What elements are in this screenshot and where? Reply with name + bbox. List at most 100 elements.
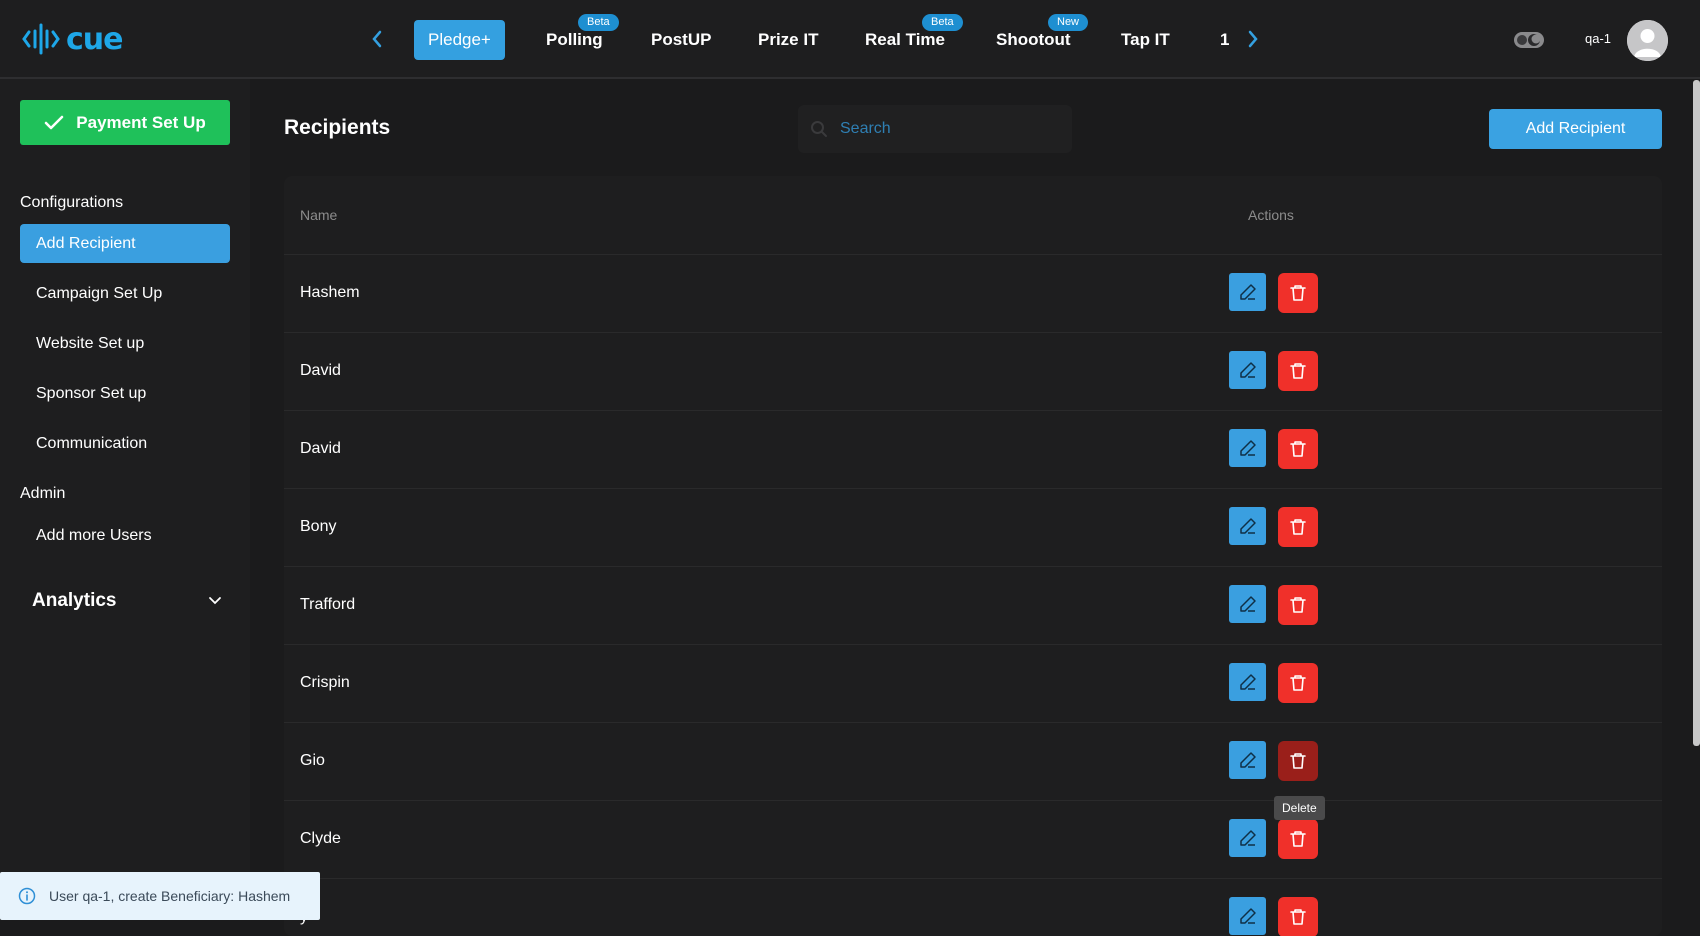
recipient-name: Hashem — [300, 284, 360, 301]
recipient-name: David — [300, 362, 341, 379]
delete-button[interactable] — [1278, 585, 1318, 625]
recipient-name: Crispin — [300, 674, 350, 691]
pencil-icon — [1239, 440, 1256, 456]
trash-icon — [1290, 363, 1306, 379]
payment-setup-button[interactable]: Payment Set Up — [20, 100, 230, 145]
column-header-actions: Actions — [1248, 207, 1294, 223]
sidebar-item-add-more-users[interactable]: Add more Users — [20, 516, 230, 555]
sidebar-item-communication[interactable]: Communication — [20, 424, 230, 463]
delete-button[interactable] — [1278, 273, 1318, 313]
configurations-heading: Configurations — [20, 194, 124, 211]
dark-mode-toggle-icon — [1514, 32, 1544, 48]
toast-message: User qa-1, create Beneficiary: Hashem — [49, 888, 291, 904]
admin-heading: Admin — [20, 485, 66, 502]
column-header-name: Name — [300, 207, 338, 223]
table-row: Hashem — [284, 255, 1662, 333]
recipients-table: Name Actions Hashem David David Bony Tra… — [284, 176, 1662, 936]
table-row: y — [284, 879, 1662, 936]
pencil-icon — [1239, 284, 1256, 300]
page-scrollbar[interactable] — [1693, 80, 1700, 746]
search-icon — [811, 121, 827, 137]
chevron-right-icon — [1248, 30, 1258, 48]
search-box[interactable] — [798, 105, 1072, 153]
analytics-toggle[interactable]: Analytics — [32, 590, 222, 612]
sidebar-item-add-recipient[interactable]: Add Recipient — [20, 224, 230, 263]
user-name: qa-1 — [1585, 31, 1612, 46]
delete-tooltip: Delete — [1274, 796, 1325, 820]
trash-icon — [1290, 831, 1306, 847]
logo-text: cue — [66, 21, 123, 57]
search-input[interactable] — [840, 120, 1060, 138]
table-row: David — [284, 411, 1662, 489]
table-row: Crispin — [284, 645, 1662, 723]
sidebar-item-sponsor-setup[interactable]: Sponsor Set up — [20, 374, 230, 413]
trash-icon — [1290, 285, 1306, 301]
pencil-icon — [1239, 362, 1256, 378]
delete-button[interactable] — [1278, 897, 1318, 936]
edit-button[interactable] — [1229, 507, 1266, 545]
new-badge: New — [1048, 14, 1089, 31]
logo-waveform-icon — [22, 23, 60, 55]
edit-button[interactable] — [1229, 273, 1266, 311]
edit-button[interactable] — [1229, 351, 1266, 389]
tab-more[interactable]: 1 — [1220, 20, 1229, 60]
sidebar-item-website-setup[interactable]: Website Set up — [20, 324, 230, 363]
edit-button[interactable] — [1229, 741, 1266, 779]
pencil-icon — [1239, 674, 1256, 690]
sidebar-item-campaign-setup[interactable]: Campaign Set Up — [20, 274, 230, 313]
tab-pledge-plus[interactable]: Pledge+ — [414, 20, 505, 60]
add-recipient-button[interactable]: Add Recipient — [1489, 109, 1662, 149]
avatar[interactable] — [1627, 20, 1668, 61]
table-header: Name Actions — [284, 176, 1662, 255]
theme-toggle[interactable] — [1513, 29, 1545, 51]
user-avatar-icon — [1627, 20, 1668, 61]
info-icon — [18, 887, 36, 905]
delete-button[interactable] — [1278, 663, 1318, 703]
beta-badge: Beta — [922, 14, 963, 31]
logo[interactable]: cue — [22, 20, 123, 58]
table-row: Trafford — [284, 567, 1662, 645]
tab-prize-it[interactable]: Prize IT — [758, 20, 818, 60]
trash-icon — [1290, 909, 1306, 925]
pencil-icon — [1239, 518, 1256, 534]
delete-button[interactable] — [1278, 741, 1318, 781]
recipient-name: David — [300, 440, 341, 457]
edit-button[interactable] — [1229, 429, 1266, 467]
recipient-name: Clyde — [300, 830, 341, 847]
table-row: Bony — [284, 489, 1662, 567]
trash-icon — [1290, 597, 1306, 613]
checkmark-icon — [45, 115, 64, 129]
table-row: Gio — [284, 723, 1662, 801]
edit-button[interactable] — [1229, 585, 1266, 623]
trash-icon — [1290, 675, 1306, 691]
trash-icon — [1290, 519, 1306, 535]
delete-button[interactable] — [1278, 819, 1318, 859]
table-row: Clyde — [284, 801, 1662, 879]
top-bar: cue Pledge+ Polling Beta PostUP Prize IT… — [0, 0, 1700, 79]
pencil-icon — [1239, 830, 1256, 846]
recipient-name: Trafford — [300, 596, 356, 613]
notification-toast: User qa-1, create Beneficiary: Hashem — [0, 872, 320, 920]
beta-badge: Beta — [578, 14, 619, 31]
delete-button[interactable] — [1278, 429, 1318, 469]
edit-button[interactable] — [1229, 897, 1266, 935]
pencil-icon — [1239, 752, 1256, 768]
trash-icon — [1290, 753, 1306, 769]
trash-icon — [1290, 441, 1306, 457]
delete-button[interactable] — [1278, 507, 1318, 547]
analytics-label: Analytics — [32, 590, 117, 611]
edit-button[interactable] — [1229, 819, 1266, 857]
table-row: David — [284, 333, 1662, 411]
tab-tap-it[interactable]: Tap IT — [1121, 20, 1170, 60]
nav-next-button[interactable] — [1238, 24, 1268, 54]
nav-prev-button[interactable] — [362, 24, 392, 54]
edit-button[interactable] — [1229, 663, 1266, 701]
pencil-icon — [1239, 908, 1256, 924]
recipient-name: Bony — [300, 518, 337, 535]
sidebar: Payment Set Up Configurations Add Recipi… — [0, 79, 250, 920]
page-title: Recipients — [284, 116, 391, 139]
delete-button[interactable] — [1278, 351, 1318, 391]
pencil-icon — [1239, 596, 1256, 612]
tab-postup[interactable]: PostUP — [651, 20, 711, 60]
recipient-name: Gio — [300, 752, 325, 769]
